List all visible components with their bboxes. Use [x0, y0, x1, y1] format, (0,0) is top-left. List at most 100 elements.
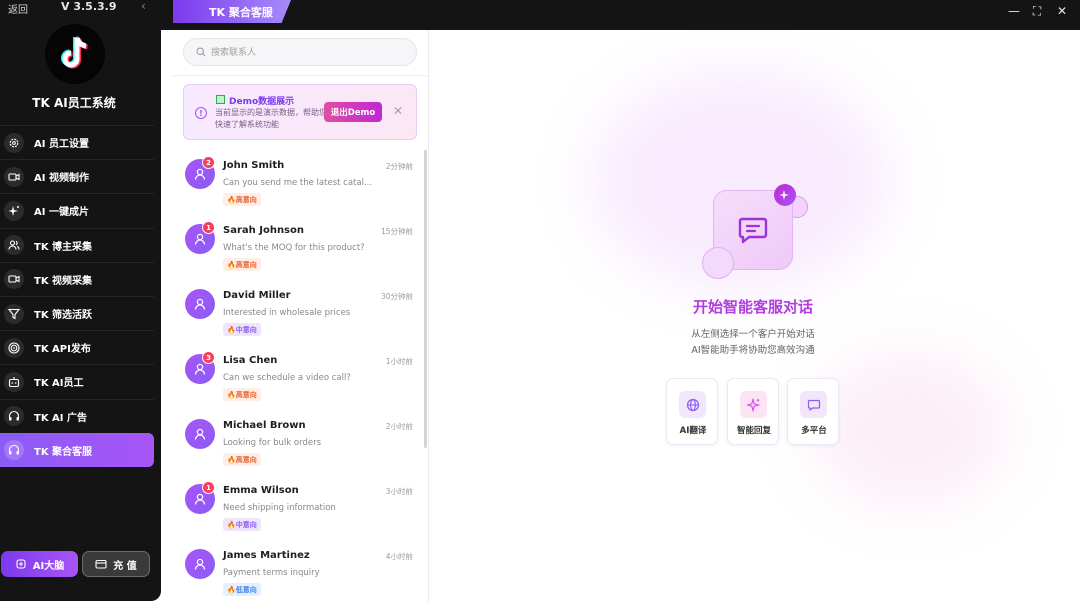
contact-row[interactable]: David Miller 30分钟前 Interested in wholesa…	[172, 278, 428, 343]
sidebar-nav: AI 员工设置 AI 视频制作 AI 一键成片 TK 博主采集 TK 视频采集 …	[0, 125, 154, 467]
contact-row[interactable]: 1 Sarah Johnson 15分钟前 What's the MOQ for…	[172, 213, 428, 278]
sidebar-item-tk-api-publish[interactable]: TK API发布	[0, 330, 154, 364]
demo-banner: ! Demo数据展示 当前显示的是演示数据，帮助您快速了解系统功能 退出Demo…	[183, 84, 417, 140]
tab-tk-aggregated-service[interactable]: TK 聚合客服	[173, 0, 291, 23]
user-icon	[194, 298, 206, 310]
app-name: TK AI员工系统	[32, 96, 116, 110]
sidebar-item-label: TK 聚合客服	[34, 446, 93, 458]
intent-badge: 🔥 中意向	[223, 518, 261, 531]
contact-time: 15分钟前	[380, 227, 413, 236]
sparkles-icon	[740, 391, 767, 418]
contact-time: 1小时前	[385, 357, 413, 366]
fire-icon: 🔥	[227, 390, 236, 399]
contact-row[interactable]: 1 Emma Wilson 3小时前 Need shipping informa…	[172, 473, 428, 538]
avatar	[185, 419, 215, 449]
feature-label: 智能回复	[736, 426, 771, 436]
sidebar-item-label: AI 一键成片	[34, 207, 89, 219]
unread-badge: 1	[202, 481, 215, 494]
robot-icon	[4, 371, 24, 392]
fire-icon: 🔥	[227, 325, 236, 334]
sidebar-item-ai-video-production[interactable]: AI 视频制作	[0, 159, 154, 193]
contact-name: Emma Wilson	[223, 485, 299, 496]
fire-icon: 🔥	[227, 520, 236, 529]
title-bar: TK 聚合客服 — ⛶ ✕	[161, 0, 1080, 30]
user-icon	[194, 168, 206, 180]
intent-label: 低意向	[235, 585, 257, 594]
close-icon[interactable]: ✕	[1055, 4, 1069, 18]
back-link[interactable]: 返回	[8, 1, 28, 16]
user-icon	[194, 428, 206, 440]
contact-last-message: Need shipping information	[223, 503, 336, 513]
intent-label: 高意向	[235, 455, 257, 464]
brain-chip-icon	[16, 559, 26, 569]
sidebar-item-label: TK 视频采集	[34, 275, 93, 287]
feature-card-ai-translate: AI翻译	[666, 378, 718, 445]
contact-time: 2小时前	[385, 422, 413, 431]
contact-row[interactable]: James Martinez 4小时前 Payment terms inquir…	[172, 538, 428, 602]
contact-name: David Miller	[223, 290, 291, 301]
recharge-button[interactable]: 充 值	[82, 551, 150, 577]
contact-row[interactable]: 2 John Smith 2分钟前 Can you send me the la…	[172, 148, 428, 213]
sidebar-item-label: AI 视频制作	[34, 173, 89, 185]
sparkle-icon	[774, 184, 796, 206]
sidebar: 返回 V 3.5.3.9 ‹ TK AI员工系统 AI 员工设置 AI 视频制作…	[0, 0, 161, 601]
sidebar-item-tk-ai-employee[interactable]: TK AI员工	[0, 364, 154, 398]
avatar	[185, 549, 215, 579]
gear-icon	[4, 132, 24, 153]
contact-row[interactable]: 3 Lisa Chen 1小时前 Can we schedule a video…	[172, 343, 428, 408]
sidebar-item-tk-aggregated-service[interactable]: TK 聚合客服	[0, 432, 154, 467]
intent-badge: 🔥 高意向	[223, 193, 261, 206]
info-icon: !	[195, 107, 207, 119]
sidebar-item-ai-employee-settings[interactable]: AI 员工设置	[0, 125, 154, 159]
fire-icon: 🔥	[227, 455, 236, 464]
sidebar-item-ai-one-click-video[interactable]: AI 一键成片	[0, 193, 154, 227]
ai-brain-label: AI大脑	[32, 560, 65, 572]
intent-label: 高意向	[235, 260, 257, 269]
empty-state-subtitle: 从左侧选择一个客户开始对话	[691, 329, 815, 340]
feature-card-smart-reply: 智能回复	[727, 378, 779, 445]
contact-time: 2分钟前	[385, 162, 413, 171]
minimize-icon[interactable]: —	[1007, 4, 1021, 18]
sidebar-item-tk-filter-active[interactable]: TK 筛选活跃	[0, 295, 154, 330]
sidebar-item-tk-video-collect[interactable]: TK 视频采集	[0, 261, 154, 296]
app-window: 返回 V 3.5.3.9 ‹ TK AI员工系统 AI 员工设置 AI 视频制作…	[0, 0, 1080, 602]
sidebar-item-label: TK 筛选活跃	[34, 310, 93, 322]
sidebar-item-tk-blogger-collect[interactable]: TK 博主采集	[0, 227, 154, 262]
intent-label: 高意向	[235, 195, 257, 204]
exit-demo-button[interactable]: 退出Demo	[324, 102, 382, 122]
users-icon	[4, 235, 24, 256]
contact-row[interactable]: Michael Brown 2小时前 Looking for bulk orde…	[172, 408, 428, 473]
search-input[interactable]	[211, 47, 401, 57]
contact-name: Michael Brown	[223, 420, 306, 431]
intent-badge: 🔥 高意向	[223, 453, 261, 466]
contact-time: 30分钟前	[380, 292, 413, 301]
unread-badge: 2	[202, 156, 215, 169]
close-icon[interactable]: ✕	[393, 104, 403, 118]
wallet-icon	[95, 559, 107, 569]
sidebar-item-tk-ai-ads[interactable]: TK AI 广告	[0, 398, 154, 433]
intent-badge: 🔥 高意向	[223, 258, 261, 271]
ai-brain-button[interactable]: AI大脑	[1, 551, 78, 577]
contact-list: 2 John Smith 2分钟前 Can you send me the la…	[172, 148, 428, 602]
video-camera-icon	[4, 269, 24, 290]
contact-name: Sarah Johnson	[223, 225, 305, 236]
intent-badge: 🔥 高意向	[223, 388, 261, 401]
sidebar-item-label: AI 员工设置	[34, 139, 89, 151]
headset-icon	[4, 440, 24, 461]
contact-last-message: What's the MOQ for this product?	[223, 243, 365, 253]
user-icon	[194, 493, 206, 505]
headphones-icon	[4, 406, 24, 427]
user-icon	[194, 363, 206, 375]
user-icon	[194, 233, 206, 245]
fire-icon: 🔥	[227, 260, 236, 269]
intent-badge: 🔥 低意向	[223, 583, 261, 596]
contact-last-message: Looking for bulk orders	[223, 438, 322, 448]
search-box[interactable]	[183, 38, 417, 66]
contact-list-scrollbar[interactable]	[424, 150, 427, 448]
contact-last-message: Can we schedule a video call?	[223, 373, 351, 383]
maximize-icon[interactable]: ⛶	[1030, 4, 1044, 19]
collapse-chevron-icon[interactable]: ‹	[141, 0, 146, 13]
filter-icon	[4, 303, 24, 324]
empty-state-subtitle: AI智能助手将协助您高效沟通	[691, 345, 815, 356]
background-glow	[810, 350, 1010, 510]
